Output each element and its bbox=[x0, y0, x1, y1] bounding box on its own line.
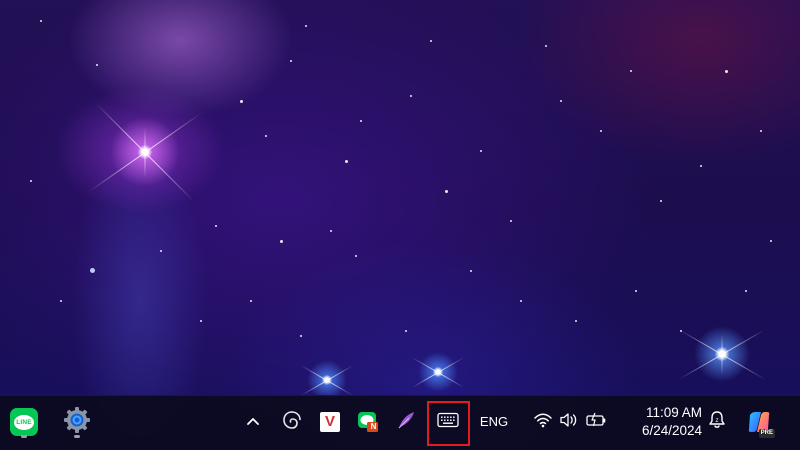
star bbox=[510, 220, 512, 222]
tray-overflow-button[interactable] bbox=[240, 408, 266, 436]
tray-icon-v-app[interactable]: V bbox=[316, 408, 344, 436]
touch-keyboard-icon bbox=[437, 412, 459, 433]
star bbox=[360, 120, 362, 122]
star bbox=[345, 160, 348, 163]
vivaldi-v-icon: V bbox=[320, 412, 340, 432]
star bbox=[30, 180, 32, 182]
input-language-indicator[interactable]: ENG bbox=[474, 410, 514, 434]
star bbox=[330, 230, 332, 232]
star bbox=[250, 300, 252, 302]
star bbox=[290, 60, 292, 62]
star bbox=[660, 200, 662, 202]
notification-n-letter: N bbox=[370, 422, 377, 431]
tray-touch-keyboard-button[interactable] bbox=[432, 408, 464, 436]
clock-time: 11:09 AM bbox=[645, 405, 702, 420]
copilot-preview-badge: PRE bbox=[758, 429, 775, 438]
star bbox=[96, 64, 98, 66]
star bbox=[280, 240, 283, 243]
star bbox=[265, 135, 267, 137]
star bbox=[520, 300, 522, 302]
volume-icon bbox=[559, 412, 579, 433]
chevron-up-icon bbox=[246, 413, 260, 431]
star bbox=[160, 250, 162, 252]
star bbox=[770, 240, 772, 242]
line-notification-icon: N bbox=[357, 411, 379, 433]
clock-date: 6/24/2024 bbox=[641, 423, 702, 438]
star bbox=[745, 290, 747, 292]
star bbox=[600, 130, 602, 132]
star bbox=[410, 95, 412, 97]
star bbox=[635, 290, 637, 292]
star bbox=[725, 70, 728, 73]
feather-icon bbox=[395, 409, 417, 436]
system-clock[interactable]: 11:09 AM 6/24/2024 bbox=[618, 404, 702, 442]
taskbar-app-line[interactable]: LINE bbox=[6, 404, 42, 440]
star bbox=[700, 165, 702, 167]
star bbox=[305, 25, 307, 27]
star bbox=[300, 335, 302, 337]
star bbox=[90, 268, 95, 273]
star bbox=[575, 320, 577, 322]
line-app-icon: LINE bbox=[10, 408, 38, 436]
star bbox=[215, 225, 217, 227]
battery-icon bbox=[585, 412, 607, 433]
star bbox=[60, 300, 62, 302]
notification-center-button[interactable]: z bbox=[704, 408, 730, 436]
star bbox=[445, 190, 448, 193]
desktop-wallpaper: LINE V N ENG 11:09 AM 6/24/2024 z PRE bbox=[0, 0, 800, 450]
taskbar-app-settings[interactable] bbox=[59, 404, 95, 440]
star bbox=[630, 70, 632, 72]
taskbar: LINE V N ENG 11:09 AM 6/24/2024 z PRE bbox=[0, 395, 800, 450]
quick-settings-button[interactable] bbox=[526, 408, 614, 436]
tray-icon-line-chat[interactable]: N bbox=[354, 408, 382, 436]
star bbox=[355, 255, 357, 257]
line-app-label: LINE bbox=[14, 414, 34, 430]
tray-icon-swirl[interactable] bbox=[278, 408, 306, 436]
notification-bell-icon: z bbox=[708, 410, 726, 435]
wifi-icon bbox=[533, 412, 553, 433]
star bbox=[545, 45, 547, 47]
running-indicator bbox=[21, 435, 27, 438]
star bbox=[480, 150, 482, 152]
star bbox=[470, 270, 472, 272]
star bbox=[200, 320, 202, 322]
running-indicator bbox=[74, 435, 80, 438]
copilot-icon: PRE bbox=[746, 409, 775, 438]
svg-text:z: z bbox=[716, 418, 719, 424]
star bbox=[40, 20, 42, 22]
star bbox=[760, 130, 762, 132]
star bbox=[430, 40, 432, 42]
star bbox=[405, 330, 407, 332]
copilot-swirl-icon bbox=[281, 409, 303, 436]
star bbox=[240, 100, 243, 103]
copilot-button[interactable]: PRE bbox=[742, 408, 776, 438]
star bbox=[560, 100, 562, 102]
tray-icon-feather[interactable] bbox=[392, 408, 420, 436]
